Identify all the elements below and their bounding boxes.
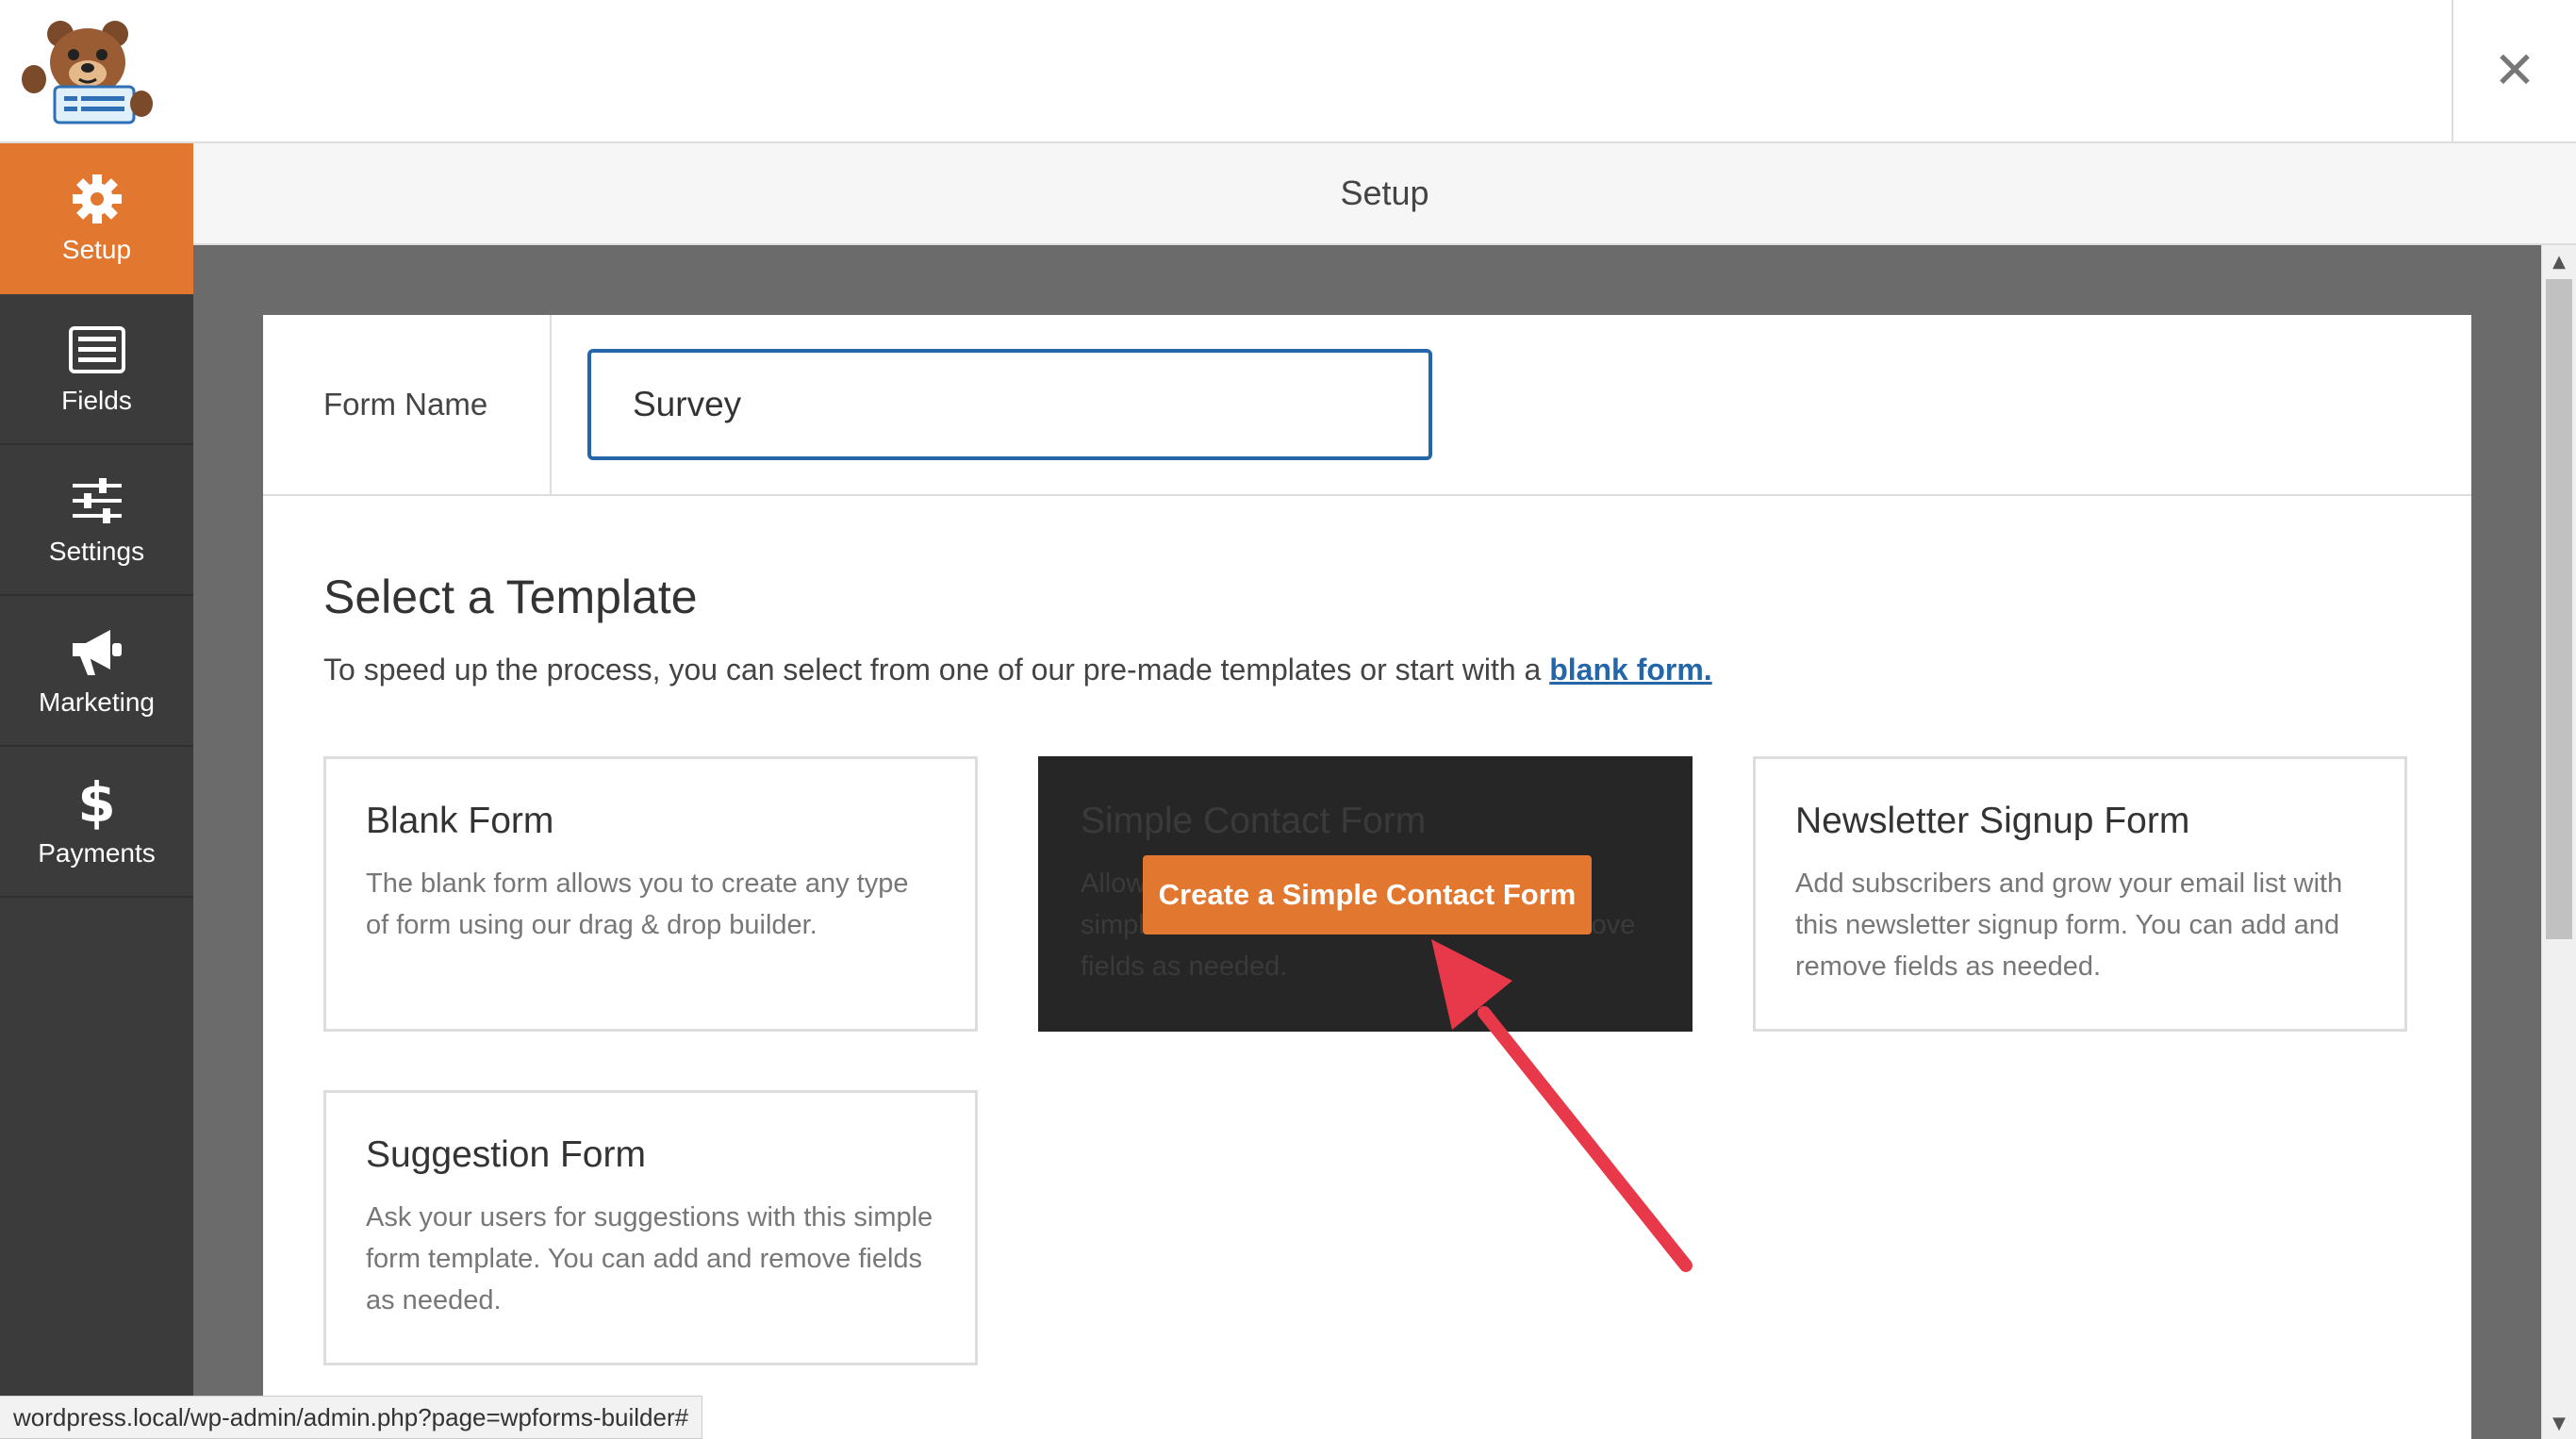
template-description-text: To speed up the process, you can select … bbox=[323, 653, 1550, 686]
template-card-title: Blank Form bbox=[366, 801, 554, 841]
section-header: Setup bbox=[193, 143, 2576, 245]
template-card-title: Suggestion Form bbox=[366, 1134, 646, 1175]
wpforms-bear-logo bbox=[21, 13, 158, 124]
gear-icon bbox=[69, 171, 125, 227]
template-description: To speed up the process, you can select … bbox=[323, 653, 1712, 687]
sidebar-item-marketing[interactable]: Marketing bbox=[0, 596, 193, 747]
template-card-title: Newsletter Signup Form bbox=[1795, 801, 2190, 841]
template-card-newsletter-signup-form[interactable]: Newsletter Signup Form Add subscribers a… bbox=[1753, 756, 2407, 1032]
sidebar-item-payments[interactable]: $ Payments bbox=[0, 747, 193, 898]
sidebar-item-label: Settings bbox=[48, 537, 145, 566]
builder-sidebar: Setup Fields Settings Marketing $ Paymen… bbox=[0, 143, 193, 1439]
template-card-suggestion-form[interactable]: Suggestion Form Ask your users for sugge… bbox=[323, 1090, 978, 1365]
sidebar-item-label: Fields bbox=[61, 386, 132, 415]
form-name-label: Form Name bbox=[323, 387, 488, 422]
sidebar-item-label: Setup bbox=[61, 235, 132, 264]
close-button[interactable]: ✕ bbox=[2452, 0, 2576, 141]
sidebar-item-label: Payments bbox=[38, 838, 156, 868]
sidebar-item-setup[interactable]: Setup bbox=[0, 143, 193, 294]
template-card-description: The blank form allows you to create any … bbox=[366, 868, 909, 940]
blank-form-link[interactable]: blank form. bbox=[1549, 653, 1711, 686]
template-card-description: Ask your users for suggestions with this… bbox=[366, 1202, 933, 1315]
setup-panel: Form Name Select a Template To speed up … bbox=[263, 315, 2471, 1439]
scrollbar-thumb[interactable] bbox=[2546, 279, 2572, 939]
template-card-description: Add subscribers and grow your email list… bbox=[1795, 868, 2343, 982]
template-card-title: Simple Contact Form bbox=[1081, 801, 1427, 841]
sidebar-item-fields[interactable]: Fields bbox=[0, 294, 193, 445]
sidebar-item-label: Marketing bbox=[39, 687, 155, 717]
select-template-heading: Select a Template bbox=[323, 571, 698, 623]
sliders-icon bbox=[69, 472, 125, 529]
dollar-icon: $ bbox=[77, 770, 116, 835]
megaphone-icon bbox=[69, 623, 125, 680]
scroll-down-arrow-icon[interactable]: ▼ bbox=[2542, 1409, 2576, 1437]
page-title: Setup bbox=[1340, 174, 1429, 212]
scroll-up-arrow-icon[interactable]: ▲ bbox=[2542, 247, 2576, 275]
status-bar-url: wordpress.local/wp-admin/admin.php?page=… bbox=[0, 1396, 703, 1439]
create-simple-contact-form-button[interactable]: Create a Simple Contact Form bbox=[1143, 855, 1592, 935]
vertical-scrollbar[interactable]: ▲ ▼ bbox=[2541, 245, 2576, 1439]
template-card-blank-form[interactable]: Blank Form The blank form allows you to … bbox=[323, 756, 978, 1032]
list-icon bbox=[68, 322, 125, 378]
sidebar-item-settings[interactable]: Settings bbox=[0, 445, 193, 596]
form-name-input[interactable] bbox=[587, 349, 1432, 460]
top-bar: ✕ bbox=[0, 0, 2576, 143]
template-card-simple-contact-form[interactable]: Simple Contact Form Allow your users to … bbox=[1038, 756, 1693, 1032]
form-name-label-cell: Form Name bbox=[263, 315, 552, 494]
form-name-row: Form Name bbox=[263, 315, 2471, 496]
close-icon: ✕ bbox=[2493, 41, 2536, 100]
